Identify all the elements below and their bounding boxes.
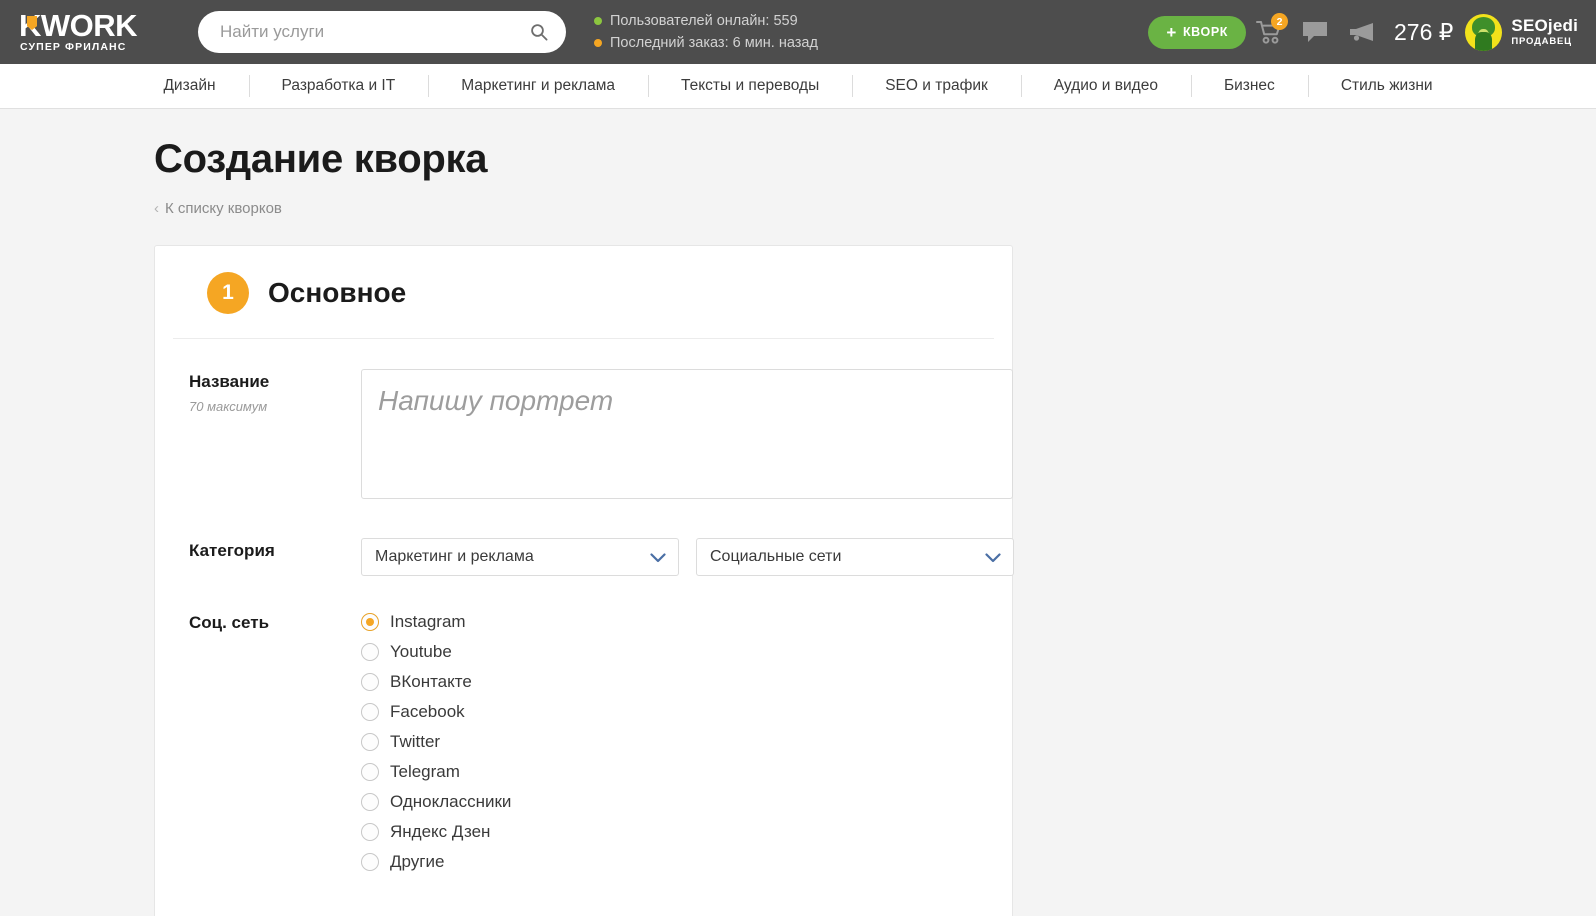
title-label-hint: 70 максимум	[189, 399, 268, 414]
card-title: Основное	[268, 277, 407, 308]
social-field-control: Instagram Youtube ВКонтакте Facebook Twi…	[361, 610, 978, 872]
field-row-category: Категория Маркетинг и реклама Социальные…	[189, 538, 1014, 576]
radio-mark-icon	[361, 703, 379, 721]
status-dot-orange-icon	[594, 39, 602, 47]
radio-instagram[interactable]: Instagram	[361, 612, 978, 632]
messages-button[interactable]	[1292, 11, 1338, 53]
radio-label: Facebook	[390, 702, 465, 721]
status-users-online-text: Пользователей онлайн: 559	[610, 13, 798, 29]
radio-label: Яндекс Дзен	[390, 822, 491, 841]
radio-mark-icon	[361, 733, 379, 751]
kwork-title-input[interactable]	[361, 369, 1013, 499]
category-label-text: Категория	[189, 541, 275, 560]
create-kwork-label: КВОРК	[1182, 25, 1228, 39]
nav-item-audio-video[interactable]: Аудио и видео	[1020, 64, 1191, 108]
category-primary-value: Маркетинг и реклама	[375, 548, 534, 565]
category-field-control: Маркетинг и реклама Социальные сети	[361, 538, 1014, 576]
user-role: ПРОДАВЕЦ	[1511, 36, 1572, 48]
social-label-text: Соц. сеть	[189, 613, 270, 632]
category-field-label: Категория	[189, 538, 361, 561]
header-actions: + КВОРК 2 276 ₽ SEOjedi ПРОДАВЕЦ	[1148, 11, 1578, 53]
chevron-left-icon: ‹	[154, 200, 159, 217]
radio-mark-icon	[361, 823, 379, 841]
nav-item-design[interactable]: Дизайн	[130, 64, 248, 108]
nav-item-seo-traffic[interactable]: SEO и трафик	[852, 64, 1021, 108]
back-to-kworks-link[interactable]: ‹ К списку кворков	[154, 200, 282, 217]
radio-mark-icon	[361, 793, 379, 811]
search-input[interactable]	[218, 21, 522, 43]
radio-yandex-dzen[interactable]: Яндекс Дзен	[361, 822, 978, 842]
search-box[interactable]	[198, 11, 566, 53]
field-row-title: Название 70 максимум	[189, 369, 1013, 504]
radio-mark-icon	[361, 643, 379, 661]
title-field-control	[361, 369, 1013, 504]
radio-label: Одноклассники	[390, 792, 512, 811]
chevron-down-icon	[985, 550, 1001, 568]
radio-label: Telegram	[390, 762, 460, 781]
cart-badge: 2	[1271, 13, 1288, 30]
radio-odnoklassniki[interactable]: Одноклассники	[361, 792, 978, 812]
nav-item-marketing-advertising[interactable]: Маркетинг и реклама	[428, 64, 648, 108]
megaphone-icon	[1350, 23, 1373, 41]
site-logo[interactable]: KWORK СУПЕР ФРИЛАНС	[16, 10, 176, 53]
radio-youtube[interactable]: Youtube	[361, 642, 978, 662]
status-last-order-text: Последний заказ: 6 мин. назад	[610, 35, 818, 51]
back-to-kworks-label: К списку кворков	[165, 200, 282, 217]
title-field-label: Название 70 максимум	[189, 369, 361, 414]
cart-button[interactable]: 2	[1246, 11, 1292, 53]
user-menu[interactable]: SEOjedi ПРОДАВЕЦ	[1511, 17, 1578, 47]
radio-label: Youtube	[390, 642, 452, 661]
social-radio-group: Instagram Youtube ВКонтакте Facebook Twi…	[361, 610, 978, 872]
status-dot-green-icon	[594, 17, 602, 25]
top-header-bar: KWORK СУПЕР ФРИЛАНС Пользователей онлайн…	[0, 0, 1596, 64]
social-field-label: Соц. сеть	[189, 610, 361, 633]
balance-amount[interactable]: 276 ₽	[1394, 19, 1453, 46]
nav-item-texts-translations[interactable]: Тексты и переводы	[648, 64, 852, 108]
announcements-button[interactable]	[1338, 11, 1384, 53]
create-kwork-button[interactable]: + КВОРК	[1148, 15, 1246, 49]
radio-label: Instagram	[390, 612, 466, 631]
category-primary-select[interactable]: Маркетинг и реклама	[361, 538, 679, 576]
radio-label: Twitter	[390, 732, 441, 751]
radio-twitter[interactable]: Twitter	[361, 732, 978, 752]
search-icon[interactable]	[530, 23, 548, 41]
nav-item-development-it[interactable]: Разработка и IT	[248, 64, 429, 108]
status-block: Пользователей онлайн: 559 Последний зака…	[594, 12, 818, 52]
radio-mark-icon	[361, 853, 379, 871]
step-number-badge: 1	[207, 272, 249, 314]
radio-other[interactable]: Другие	[361, 852, 978, 872]
radio-mark-icon	[361, 673, 379, 691]
avatar-body-icon	[1475, 31, 1493, 51]
radio-telegram[interactable]: Telegram	[361, 762, 978, 782]
category-selects: Маркетинг и реклама Социальные сети	[361, 538, 1014, 576]
category-secondary-value: Социальные сети	[710, 548, 842, 565]
nav-item-business[interactable]: Бизнес	[1190, 64, 1308, 108]
page-title: Создание кворка	[154, 137, 488, 181]
status-last-order: Последний заказ: 6 мин. назад	[594, 34, 818, 52]
radio-vkontakte[interactable]: ВКонтакте	[361, 672, 978, 692]
status-users-online: Пользователей онлайн: 559	[594, 12, 818, 30]
category-secondary-select[interactable]: Социальные сети	[696, 538, 1014, 576]
card-body: Название 70 максимум Категория Маркетинг…	[155, 339, 1014, 916]
user-name: SEOjedi	[1511, 16, 1578, 36]
category-navbar: Дизайн Разработка и IT Маркетинг и рекла…	[0, 64, 1596, 109]
field-row-social-network: Соц. сеть Instagram Youtube ВКонтакте Fa…	[189, 610, 978, 872]
avatar[interactable]	[1465, 13, 1503, 51]
radio-facebook[interactable]: Facebook	[361, 702, 978, 722]
radio-mark-icon	[361, 613, 379, 631]
radio-mark-icon	[361, 763, 379, 781]
chevron-down-icon	[650, 550, 666, 568]
title-label-text: Название	[189, 372, 270, 391]
radio-label: Другие	[390, 852, 445, 871]
logo-wordmark: KWORK	[19, 10, 176, 41]
card-header: 1 Основное	[173, 246, 994, 339]
page-content: Создание кворка ‹ К списку кворков 1 Осн…	[0, 137, 1596, 916]
nav-item-lifestyle[interactable]: Стиль жизни	[1307, 64, 1466, 108]
plus-icon: +	[1166, 22, 1177, 42]
radio-label: ВКонтакте	[390, 672, 472, 691]
form-card: 1 Основное Название 70 максимум Категори…	[154, 245, 1014, 916]
chat-icon	[1303, 22, 1327, 42]
